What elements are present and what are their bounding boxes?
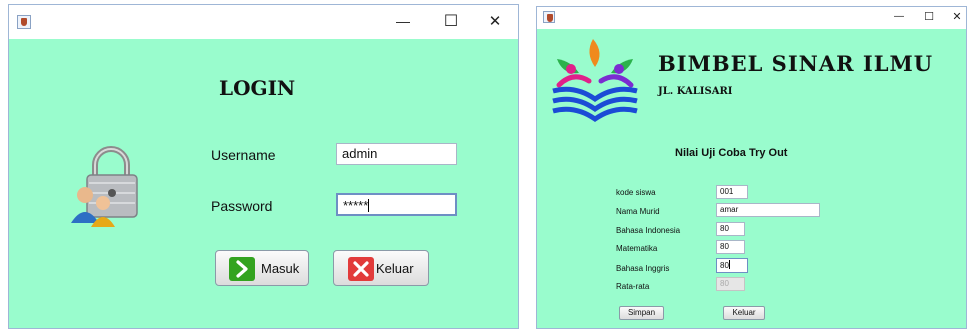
nama-murid-label: Nama Murid [616,207,660,216]
matematika-label: Matematika [616,244,658,253]
exit-button-label: Keluar [732,308,756,317]
matematika-input[interactable]: 80 [716,240,745,254]
bahasa-indonesia-input[interactable]: 80 [716,222,745,236]
kode-siswa-value: 001 [720,187,734,196]
nama-murid-value: amar [720,205,739,214]
score-panel: BIMBEL SINAR ILMU JL. KALISARI Nilai Uji… [537,29,966,328]
maximize-icon[interactable]: ☐ [439,11,463,31]
login-title-bar: — ☐ ✕ [9,5,518,39]
login-button[interactable]: Masuk [215,250,309,286]
exit-button[interactable]: Keluar [333,250,429,286]
java-app-icon [17,15,31,29]
brand-address: JL. KALISARI [658,86,733,97]
java-app-icon [543,11,555,23]
form-title: Nilai Uji Coba Try Out [675,147,788,159]
password-input[interactable]: ***** [336,193,457,216]
score-title-bar: — ☐ ✕ [537,7,966,29]
login-heading: LOGIN [219,76,296,100]
close-x-icon [348,257,374,281]
save-button[interactable]: Simpan [619,306,664,320]
login-button-label: Masuk [261,261,300,276]
close-icon[interactable]: ✕ [949,10,965,23]
matematika-value: 80 [720,242,729,251]
exit-button[interactable]: Keluar [723,306,765,320]
nama-murid-input[interactable]: amar [716,203,820,217]
score-window: — ☐ ✕ BIMBEL SINAR ILMU JL. KALISARI Nil… [536,6,967,329]
password-value: ***** [343,198,369,213]
rata-rata-value: 80 [720,279,729,288]
brand-title: BIMBEL SINAR ILMU [658,51,934,76]
exit-button-label: Keluar [376,261,414,276]
bahasa-indonesia-label: Bahasa Indonesia [616,226,681,235]
rata-rata-input: 80 [716,277,745,291]
close-icon[interactable]: ✕ [483,12,507,30]
rata-rata-label: Rata-rata [616,282,650,291]
text-cursor [368,199,370,212]
kode-siswa-input[interactable]: 001 [716,185,748,199]
username-label: Username [211,147,276,163]
password-label: Password [211,198,273,214]
minimize-icon[interactable]: — [891,11,907,22]
minimize-icon[interactable]: — [391,13,415,29]
arrow-right-icon [229,257,255,281]
kode-siswa-label: kode siswa [616,188,656,197]
bahasa-inggris-value: 80 [720,261,729,270]
maximize-icon[interactable]: ☐ [921,10,937,23]
bahasa-indonesia-value: 80 [720,224,729,233]
bahasa-inggris-label: Bahasa Inggris [616,264,670,273]
login-panel: LOGIN Username admin Password ***** Masu… [9,39,518,328]
username-value: admin [342,146,378,161]
username-input[interactable]: admin [336,143,457,165]
book-people-logo [552,39,638,123]
text-cursor [728,260,730,269]
save-button-label: Simpan [627,308,656,317]
login-window: — ☐ ✕ LOGIN Username admin Password ****… [8,4,519,329]
users-lock-icon [71,146,138,227]
bahasa-inggris-input[interactable]: 80 [716,258,748,273]
